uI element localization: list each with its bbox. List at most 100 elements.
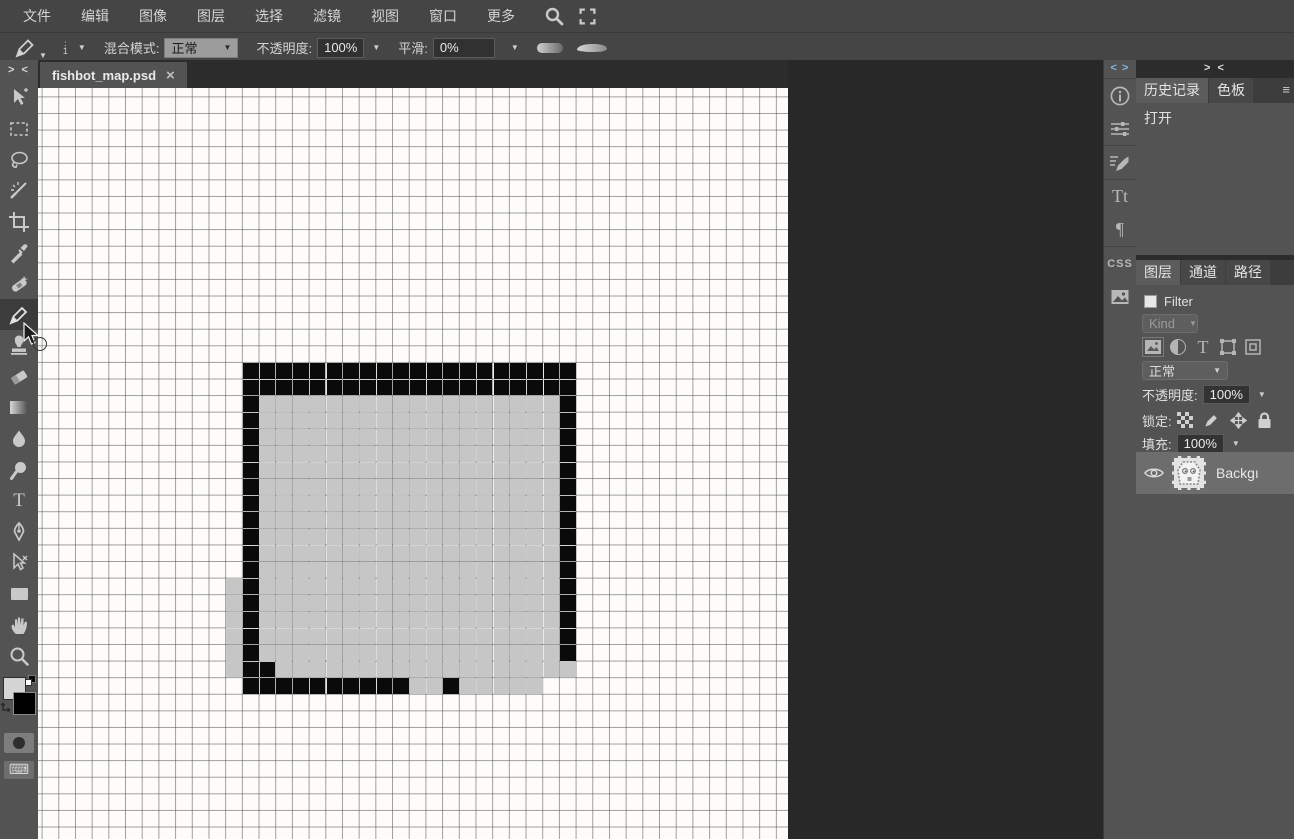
tab-paths[interactable]: 路径 — [1226, 260, 1270, 285]
map-pixel — [226, 645, 242, 661]
search-icon[interactable] — [544, 6, 564, 26]
map-pixel — [276, 629, 292, 645]
background-color-swatch[interactable] — [13, 692, 36, 715]
lock-all-icon[interactable] — [1257, 412, 1272, 429]
tool-healing-brush[interactable] — [0, 268, 38, 299]
layer-opacity-input[interactable]: 100% — [1203, 385, 1250, 404]
tab-swatches[interactable]: 色板 — [1209, 78, 1253, 103]
map-pixel — [410, 678, 426, 694]
opacity-input[interactable]: 100% — [317, 38, 364, 58]
filter-smart-objects-icon[interactable] — [1242, 337, 1264, 357]
map-pixel — [260, 629, 276, 645]
lock-pixels-icon[interactable] — [1203, 412, 1220, 429]
brush-preset-icon[interactable]: ▼ — [12, 36, 47, 60]
tool-eraser[interactable] — [0, 361, 38, 392]
tool-eyedropper[interactable] — [0, 237, 38, 268]
opacity-caret[interactable]: ▼ — [372, 43, 380, 52]
tool-magic-wand[interactable] — [0, 175, 38, 206]
tool-blur[interactable] — [0, 423, 38, 454]
strip-collapse-toggle[interactable]: < > — [1111, 60, 1130, 78]
map-pixel — [360, 579, 376, 595]
tool-hand[interactable] — [0, 609, 38, 640]
menu-item-编辑[interactable]: 编辑 — [66, 0, 124, 32]
map-pixel — [427, 396, 443, 412]
smoothing-caret[interactable]: ▼ — [511, 43, 519, 52]
layer-visibility-eye-icon[interactable] — [1144, 466, 1164, 480]
tool-move[interactable] — [0, 82, 38, 113]
menu-item-图层[interactable]: 图层 — [182, 0, 240, 32]
map-pixel — [494, 380, 510, 396]
document-tab[interactable]: fishbot_map.psd × — [40, 62, 187, 88]
menu-item-选择[interactable]: 选择 — [240, 0, 298, 32]
tool-direct-select[interactable] — [0, 547, 38, 578]
brush-size-badge[interactable]: ⋮ 1 — [61, 42, 70, 54]
map-pixel — [494, 396, 510, 412]
map-pixel — [427, 562, 443, 578]
menu-item-更多[interactable]: 更多 — [472, 0, 530, 32]
map-pixel — [293, 612, 309, 628]
lock-position-icon[interactable] — [1230, 412, 1247, 429]
blend-mode-select[interactable]: 正常 ▼ — [164, 38, 238, 58]
smoothing-input[interactable]: 0% — [433, 38, 495, 58]
info-panel-icon[interactable] — [1104, 79, 1137, 112]
map-pixel — [510, 512, 526, 528]
panel-collapse-toggle[interactable]: > < — [1136, 60, 1294, 78]
tool-gradient[interactable] — [0, 392, 38, 423]
brush-preset-caret[interactable]: ▼ — [39, 51, 47, 60]
menu-item-文件[interactable]: 文件 — [8, 0, 66, 32]
map-pixel — [410, 479, 426, 495]
menu-item-滤镜[interactable]: 滤镜 — [298, 0, 356, 32]
tool-shape[interactable] — [0, 578, 38, 609]
lock-transparency-icon[interactable] — [1177, 412, 1193, 428]
quick-mask-button[interactable] — [4, 733, 34, 753]
panel-menu-icon[interactable]: ≡ — [1282, 82, 1290, 97]
tool-marquee-select[interactable] — [0, 113, 38, 144]
brush-size-caret[interactable]: ▼ — [78, 43, 86, 52]
brush-settings-panel-icon[interactable] — [1104, 146, 1137, 179]
layer-opacity-caret[interactable]: ▼ — [1258, 390, 1266, 399]
opacity-value: 100% — [324, 40, 357, 55]
layer-fill-caret[interactable]: ▼ — [1232, 439, 1240, 448]
css-panel-icon[interactable]: CSS — [1104, 247, 1137, 280]
stroke-taper-icon[interactable] — [577, 44, 607, 52]
filter-type-layers-icon[interactable]: T — [1192, 337, 1214, 357]
tool-lasso[interactable] — [0, 144, 38, 175]
filter-checkbox[interactable] — [1144, 295, 1157, 308]
tab-history[interactable]: 历史记录 — [1136, 78, 1208, 103]
filter-image-layers-icon[interactable] — [1142, 337, 1164, 357]
menu-item-窗口[interactable]: 窗口 — [414, 0, 472, 32]
layer-row-background[interactable]: Backgı — [1136, 452, 1294, 494]
map-pixel — [494, 579, 510, 595]
map-pixel — [410, 512, 426, 528]
kind-dropdown[interactable]: Kind ▼ — [1142, 314, 1198, 333]
tool-zoom[interactable] — [0, 640, 38, 671]
layer-fill-input[interactable]: 100% — [1177, 434, 1224, 453]
tool-dodge[interactable] — [0, 454, 38, 485]
fullscreen-icon[interactable] — [578, 7, 597, 26]
paragraph-panel-icon[interactable]: ¶ — [1104, 213, 1137, 246]
menu-item-视图[interactable]: 视图 — [356, 0, 414, 32]
layer-thumbnail[interactable] — [1172, 456, 1206, 490]
tab-channels[interactable]: 通道 — [1181, 260, 1225, 285]
adjustments-panel-icon[interactable] — [1104, 112, 1137, 145]
filter-adjustment-layers-icon[interactable] — [1167, 337, 1189, 357]
layer-blend-mode-dropdown[interactable]: 正常 ▼ — [1142, 361, 1228, 380]
map-pixel — [410, 429, 426, 445]
default-colors-icon[interactable] — [25, 675, 36, 686]
tool-crop[interactable] — [0, 206, 38, 237]
canvas[interactable] — [38, 88, 788, 839]
tool-pen[interactable] — [0, 516, 38, 547]
history-entry-open[interactable]: 打开 — [1144, 108, 1172, 128]
swap-colors-icon[interactable] — [0, 701, 13, 715]
toolbar-collapse-toggle[interactable]: > < — [8, 60, 30, 82]
tab-layers[interactable]: 图层 — [1136, 260, 1180, 285]
map-pixel — [377, 529, 393, 545]
keyboard-shortcuts-button[interactable]: ⌨ — [4, 761, 34, 779]
tab-close-icon[interactable]: × — [166, 67, 175, 84]
tool-type[interactable]: T — [0, 485, 38, 516]
stroke-pressure-icon[interactable] — [537, 43, 563, 53]
image-panel-icon[interactable] — [1104, 280, 1137, 313]
character-panel-icon[interactable]: Tt — [1104, 180, 1137, 213]
menu-item-图像[interactable]: 图像 — [124, 0, 182, 32]
filter-shape-layers-icon[interactable] — [1217, 337, 1239, 357]
